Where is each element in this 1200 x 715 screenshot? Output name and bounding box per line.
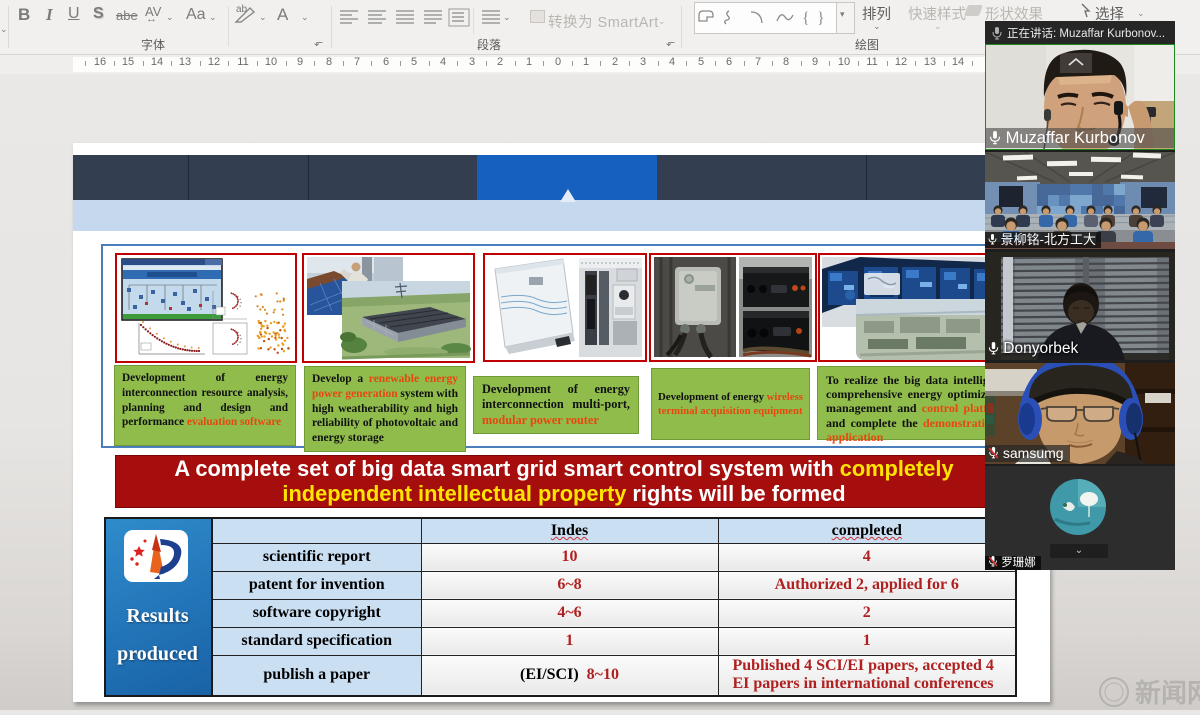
svg-text:}: } — [817, 10, 825, 27]
svg-text:新闻网: 新闻网 — [1135, 678, 1200, 708]
svg-text:{: { — [802, 10, 810, 27]
